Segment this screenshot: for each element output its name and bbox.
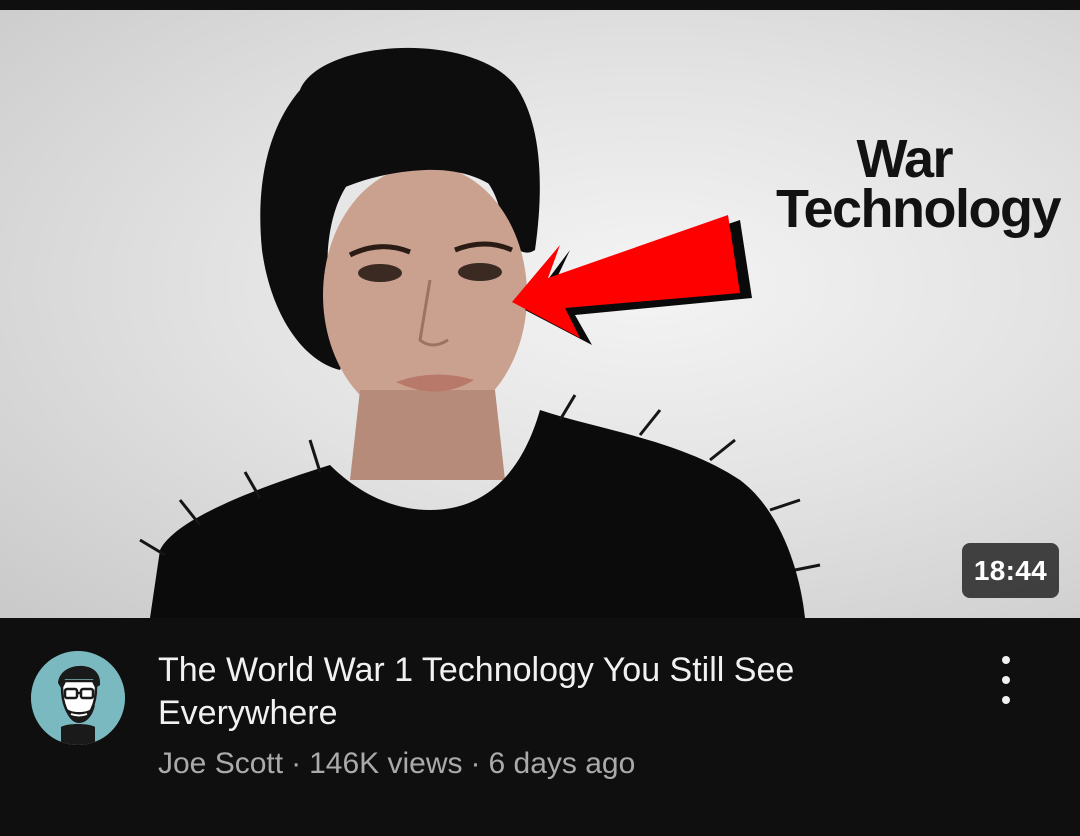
separator: · <box>291 747 302 780</box>
red-arrow-graphic <box>512 215 752 345</box>
video-subline: Joe Scott · 146K views · 6 days ago <box>158 746 635 782</box>
neck-shape <box>350 390 505 480</box>
duration-badge: 18:44 <box>961 543 1059 598</box>
thumbnail-headline-line2: Technology <box>775 179 1062 239</box>
video-thumbnail[interactable]: War Technology 18:44 <box>0 10 1080 618</box>
view-count: 146K views <box>309 747 463 780</box>
more-vert-icon[interactable] <box>986 656 1026 704</box>
thumbnail-headline-line1: War <box>856 129 953 189</box>
status-strip <box>0 0 1080 10</box>
video-meta-row: The World War 1 Technology You Still See… <box>0 618 1080 836</box>
channel-name[interactable]: Joe Scott <box>158 747 283 780</box>
upload-age: 6 days ago <box>488 747 636 780</box>
channel-avatar[interactable] <box>31 651 125 745</box>
separator: · <box>470 747 481 780</box>
thumbnail-photo <box>139 47 821 618</box>
thumbnail-headline: War Technology <box>775 129 1062 239</box>
avatar-face-icon <box>31 651 125 745</box>
video-title[interactable]: The World War 1 Technology You Still See… <box>158 649 878 735</box>
